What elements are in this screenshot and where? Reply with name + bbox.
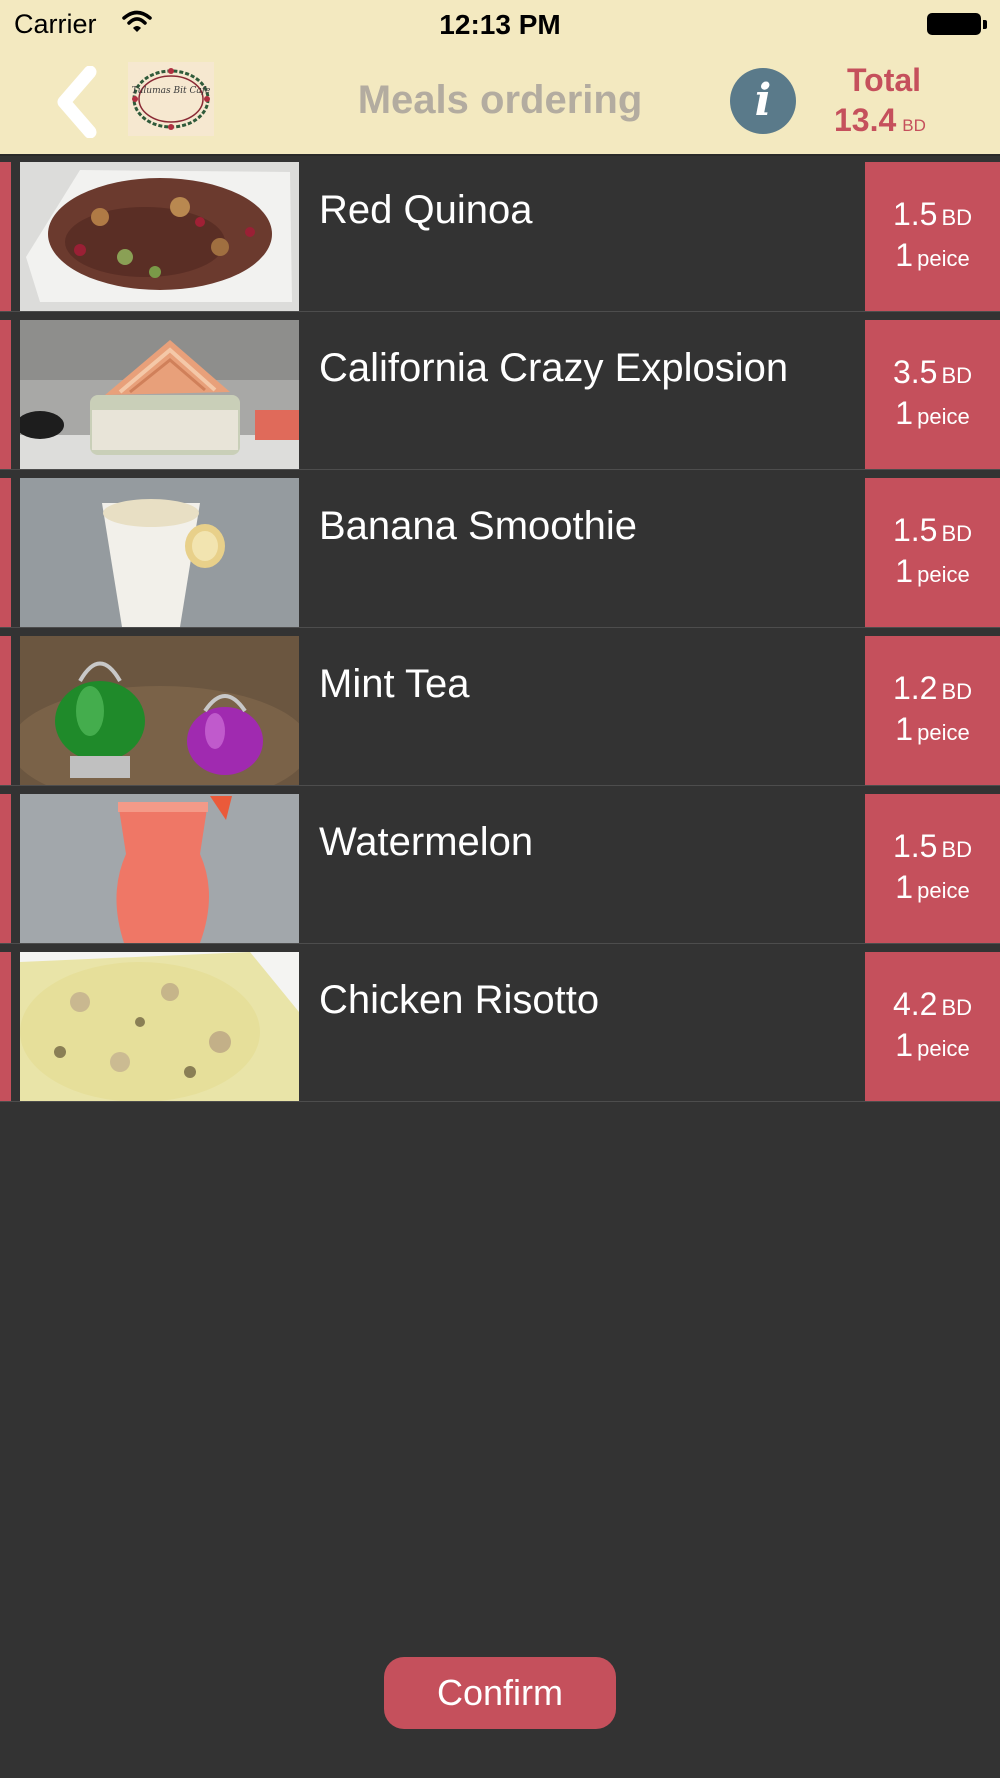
page-title: Meals ordering <box>357 78 643 122</box>
logo-wreath-icon <box>132 68 210 130</box>
price-value: 1.5 <box>892 828 938 864</box>
banana-smoothie-image <box>20 478 299 627</box>
quantity-value: 1 <box>895 711 914 747</box>
order-list: Red Quinoa 1.5 BD 1 peice California Crazy… <box>0 162 1000 1110</box>
price-value: 1.5 <box>892 196 938 232</box>
item-accent-bar <box>0 952 11 1101</box>
item-price: 1.5 BD <box>865 828 1000 865</box>
battery-tip <box>983 20 987 29</box>
item-price: 1.5 BD <box>865 196 1000 233</box>
item-quantity: 1 peice <box>865 237 1000 274</box>
item-quantity: 1 peice <box>865 869 1000 906</box>
logo-text: Tulumas Bit Cafe <box>131 86 211 96</box>
quantity-value: 1 <box>895 869 914 905</box>
cafe-logo: Tulumas Bit Cafe <box>128 62 214 136</box>
status-bar: Carrier 12:13 PM <box>0 0 1000 50</box>
item-name: Mint Tea <box>319 662 470 706</box>
quantity-unit: peice <box>917 720 970 745</box>
header: Carrier 12:13 PM Tulumas Bit Cafe Meals … <box>0 0 1000 156</box>
list-item[interactable]: Chicken Risotto 4.2 BD 1 peice <box>0 952 1000 1102</box>
item-name: Red Quinoa <box>319 188 533 232</box>
item-name: Banana Smoothie <box>319 504 638 548</box>
price-currency: BD <box>941 837 973 862</box>
red-quinoa-image <box>20 162 299 311</box>
quantity-unit: peice <box>917 404 970 429</box>
quantity-unit: peice <box>917 246 970 271</box>
info-icon: i <box>754 75 772 126</box>
list-item[interactable]: California Crazy Explosion 3.5 BD 1 peice <box>0 320 1000 470</box>
item-price: 4.2 BD <box>865 986 1000 1023</box>
item-accent-bar <box>0 162 11 311</box>
price-box[interactable]: 1.5 BD 1 peice <box>865 478 1000 627</box>
price-box[interactable]: 3.5 BD 1 peice <box>865 320 1000 469</box>
item-quantity: 1 peice <box>865 395 1000 432</box>
price-box[interactable]: 4.2 BD 1 peice <box>865 952 1000 1101</box>
item-quantity: 1 peice <box>865 711 1000 748</box>
price-value: 4.2 <box>892 986 938 1022</box>
item-accent-bar <box>0 478 11 627</box>
item-quantity: 1 peice <box>865 553 1000 590</box>
total-currency: BD <box>902 116 926 135</box>
quantity-value: 1 <box>895 1027 914 1063</box>
item-accent-bar <box>0 794 11 943</box>
quantity-value: 1 <box>895 395 914 431</box>
confirm-button[interactable]: Confirm <box>384 1657 616 1729</box>
battery-icon <box>927 13 981 35</box>
quantity-unit: peice <box>917 878 970 903</box>
item-accent-bar <box>0 320 11 469</box>
total-label: Total <box>846 62 922 98</box>
price-value: 3.5 <box>892 354 938 390</box>
quantity-unit: peice <box>917 1036 970 1061</box>
mint-tea-image <box>20 636 299 785</box>
watermelon-image <box>20 794 299 943</box>
california-crazy-explosion-image <box>20 320 299 469</box>
price-currency: BD <box>941 679 973 704</box>
chevron-left-icon <box>57 65 97 139</box>
price-currency: BD <box>941 521 973 546</box>
info-button[interactable]: i <box>730 68 796 134</box>
quantity-unit: peice <box>917 562 970 587</box>
back-button[interactable] <box>56 65 102 139</box>
clock: 12:13 PM <box>439 9 561 40</box>
price-currency: BD <box>941 205 973 230</box>
price-currency: BD <box>941 995 973 1020</box>
total-amount: 13.4 BD <box>834 102 926 139</box>
total-value: 13.4 <box>834 102 897 138</box>
list-item[interactable]: Watermelon 1.5 BD 1 peice <box>0 794 1000 944</box>
item-name: California Crazy Explosion <box>319 346 789 390</box>
item-accent-bar <box>0 636 11 785</box>
chicken-risotto-image <box>20 952 299 1101</box>
item-price: 1.5 BD <box>865 512 1000 549</box>
item-price: 1.2 BD <box>865 670 1000 707</box>
price-box[interactable]: 1.2 BD 1 peice <box>865 636 1000 785</box>
quantity-value: 1 <box>895 237 914 273</box>
item-name: Chicken Risotto <box>319 978 600 1022</box>
item-price: 3.5 BD <box>865 354 1000 391</box>
quantity-value: 1 <box>895 553 914 589</box>
price-box[interactable]: 1.5 BD 1 peice <box>865 794 1000 943</box>
price-currency: BD <box>941 363 973 388</box>
price-box[interactable]: 1.5 BD 1 peice <box>865 162 1000 311</box>
list-item[interactable]: Mint Tea 1.2 BD 1 peice <box>0 636 1000 786</box>
list-item[interactable]: Red Quinoa 1.5 BD 1 peice <box>0 162 1000 312</box>
item-quantity: 1 peice <box>865 1027 1000 1064</box>
price-value: 1.5 <box>892 512 938 548</box>
list-item[interactable]: Banana Smoothie 1.5 BD 1 peice <box>0 478 1000 628</box>
price-value: 1.2 <box>892 670 938 706</box>
item-name: Watermelon <box>319 820 534 864</box>
